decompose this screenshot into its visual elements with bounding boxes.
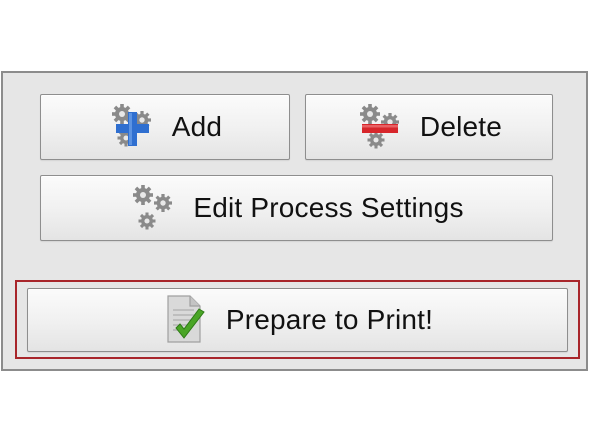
delete-button[interactable]: Delete xyxy=(305,94,553,160)
add-button[interactable]: Add xyxy=(40,94,290,160)
delete-button-label: Delete xyxy=(419,111,503,142)
gears-icon xyxy=(129,183,181,233)
edit-process-settings-label: Edit Process Settings xyxy=(193,192,464,223)
document-checkmark-icon xyxy=(162,294,208,346)
process-panel: Add Delete Edit Process Settings Prepare… xyxy=(1,71,588,371)
highlight-box: Prepare to Print! xyxy=(15,280,580,359)
gears-minus-icon xyxy=(356,102,408,152)
add-button-label: Add xyxy=(171,111,223,142)
edit-process-settings-button[interactable]: Edit Process Settings xyxy=(40,175,553,241)
screenshot-canvas: Add Delete Edit Process Settings Prepare… xyxy=(0,0,592,444)
gears-plus-icon xyxy=(108,102,160,152)
prepare-to-print-button[interactable]: Prepare to Print! xyxy=(27,288,568,352)
prepare-to-print-label: Prepare to Print! xyxy=(225,304,434,335)
